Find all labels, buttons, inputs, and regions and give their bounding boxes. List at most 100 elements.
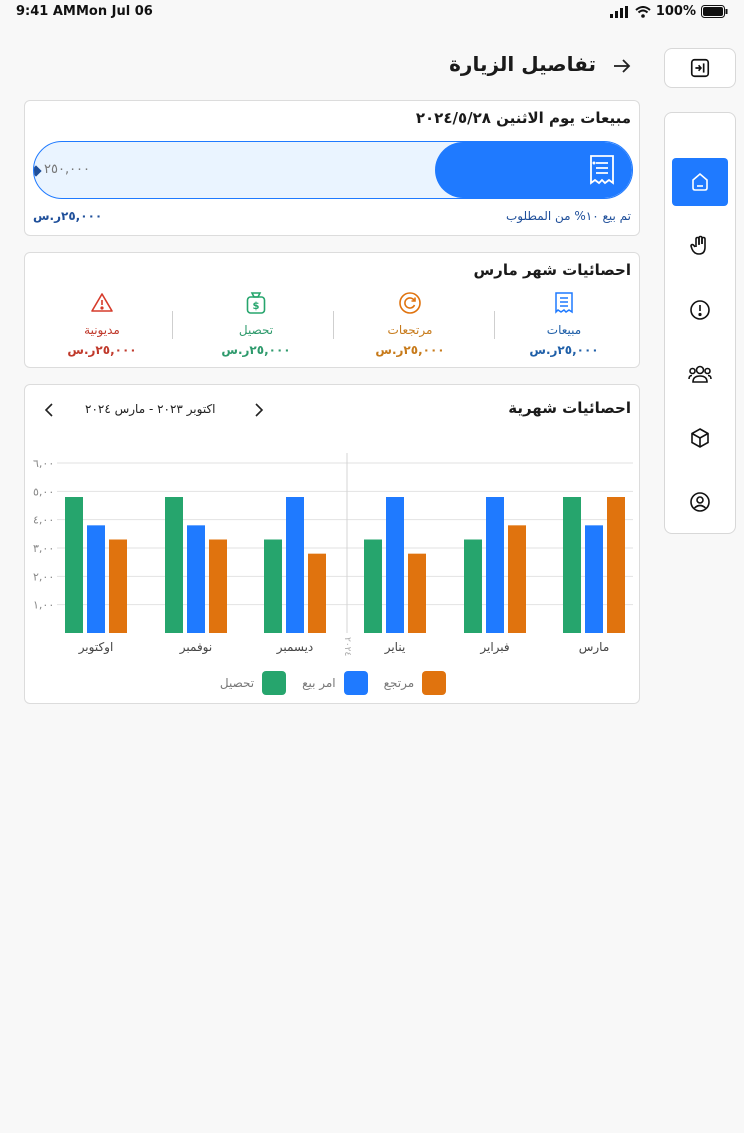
status-date: Mon Jul 06 (76, 4, 153, 19)
stat-sales: مبيعات ٢٥,٠٠٠ر.س (487, 291, 641, 357)
bar-0 (364, 539, 382, 633)
stat-returns-label: مرتجعات (387, 323, 433, 337)
bar-1 (286, 497, 304, 633)
hand-icon (690, 235, 706, 255)
chevron-left-icon[interactable] (41, 401, 59, 419)
monthly-stats-title: احصائيات شهرية (508, 399, 631, 417)
status-indicators: 100% (609, 4, 728, 19)
sales-progress-text: تم بيع ١٠% من المطلوب (505, 209, 631, 223)
daily-sales-card: مبيعات يوم الاثنين ٢٠٢٤/٥/٢٨ ٢٥٠,٠٠٠ تم … (24, 100, 640, 236)
bar-2 (508, 525, 526, 633)
bar-0 (65, 497, 83, 633)
legend-item-collection: تحصيل (219, 671, 287, 695)
sidebar-item-visits[interactable] (672, 222, 728, 270)
battery-icon (701, 5, 728, 18)
x-tick-label: يناير (384, 640, 406, 655)
legend-swatch (343, 671, 368, 695)
receipt-icon (590, 155, 614, 185)
alert-icon (690, 300, 710, 320)
bar-1 (386, 497, 404, 633)
bar-0 (264, 539, 282, 633)
chevron-right-icon[interactable] (249, 401, 267, 419)
bar-2 (607, 497, 625, 633)
stat-collection-value: ٢٥,٠٠٠ر.س (221, 343, 291, 357)
home-icon (692, 172, 708, 191)
sidebar-collapse-button[interactable] (664, 48, 736, 88)
stat-sales-label: مبيعات (546, 323, 582, 337)
legend-item-sales-order: امر بيع (302, 671, 368, 695)
legend-swatch (262, 671, 287, 695)
page-title: تفاصيل الزيارة (449, 52, 596, 76)
users-icon (688, 365, 712, 383)
sales-amount: ٢٥,٠٠٠ر.س (33, 209, 103, 223)
money-bag-icon: $ (246, 292, 266, 314)
stat-debt-label: مديونية (84, 323, 120, 337)
bar-1 (187, 525, 205, 633)
status-time: 9:41 AM (16, 4, 76, 19)
profile-icon (690, 492, 710, 512)
divider (333, 311, 334, 339)
box-icon (691, 428, 709, 448)
stat-sales-value: ٢٥,٠٠٠ر.س (529, 343, 599, 357)
back-arrow-icon[interactable] (610, 54, 634, 78)
sidebar-item-alerts[interactable] (672, 286, 728, 334)
bar-1 (585, 525, 603, 633)
bar-2 (109, 539, 127, 633)
sidebar (664, 112, 736, 534)
battery-percent: 100% (655, 4, 696, 19)
x-tick-label: فبراير (479, 640, 509, 655)
svg-text:$: $ (253, 301, 260, 312)
sidebar-item-home[interactable] (672, 158, 728, 206)
progress-marker (34, 165, 42, 177)
warning-icon (91, 293, 113, 312)
y-tick-label: ٣,٠٠ (33, 542, 54, 555)
year-marker-label: ٢٠٢٤ (342, 637, 352, 657)
bar-1 (486, 497, 504, 633)
bar-2 (209, 539, 227, 633)
monthly-stats-card: احصائيات شهرية اكتوبر ٢٠٢٣ - مارس ٢٠٢٤ ١… (24, 384, 640, 704)
y-tick-label: ٦,٠٠ (33, 457, 54, 470)
bar-0 (165, 497, 183, 633)
bar-0 (464, 539, 482, 633)
stat-debt-value: ٢٥,٠٠٠ر.س (67, 343, 137, 357)
stat-collection-label: تحصيل (238, 323, 274, 337)
monthly-bar-chart: ١,٠٠ ٢,٠٠ ٣,٠٠ ٤,٠٠ ٥,٠٠ ٦,٠٠ ٢٠٢٤ اوكتوبر نوفمب… (33, 453, 633, 657)
signal-icon (609, 5, 628, 18)
legend-label: تحصيل (219, 676, 255, 690)
wifi-icon (635, 5, 651, 18)
chart-legend: مرتجع امر بيع تحصيل (25, 671, 641, 695)
bar-1 (87, 525, 105, 633)
sales-target-value: ٢٥٠,٠٠٠ (44, 162, 91, 177)
stat-debt: مديونية ٢٥,٠٠٠ر.س (25, 291, 179, 357)
x-tick-label: نوفمبر (179, 640, 212, 655)
legend-label: مرتجع (383, 676, 415, 690)
y-tick-label: ١,٠٠ (33, 599, 54, 612)
daily-sales-title: مبيعات يوم الاثنين ٢٠٢٤/٥/٢٨ (415, 109, 631, 127)
stat-returns-value: ٢٥,٠٠٠ر.س (375, 343, 445, 357)
stat-collection: $ تحصيل ٢٥,٠٠٠ر.س (179, 291, 333, 357)
stat-returns: مرتجعات ٢٥,٠٠٠ر.س (333, 291, 487, 357)
legend-item-returns: مرتجع (384, 671, 447, 695)
refresh-icon (399, 292, 421, 314)
x-tick-label: اوكتوبر (78, 640, 114, 655)
legend-label: امر بيع (302, 676, 336, 690)
date-range-label: اكتوبر ٢٠٢٣ - مارس ٢٠٢٤ (85, 402, 216, 416)
y-tick-label: ٢,٠٠ (33, 570, 54, 583)
bar-2 (308, 553, 326, 633)
legend-swatch (422, 671, 447, 695)
sidebar-item-users[interactable] (672, 350, 728, 398)
march-stats-card: احصائيات شهر مارس مبيعات ٢٥,٠٠٠ر.س مرتجع… (24, 252, 640, 368)
collapse-icon (690, 58, 710, 78)
y-tick-label: ٤,٠٠ (33, 514, 54, 527)
sales-progress-bar: ٢٥٠,٠٠٠ (33, 141, 633, 199)
march-stats-title: احصائيات شهر مارس (473, 261, 631, 279)
x-tick-label: مارس (579, 640, 610, 655)
sidebar-item-products[interactable] (672, 414, 728, 462)
y-tick-label: ٥,٠٠ (33, 485, 54, 498)
bar-2 (408, 553, 426, 633)
bar-0 (563, 497, 581, 633)
divider (494, 311, 495, 339)
x-tick-label: ديسمبر (276, 640, 314, 655)
receipt-icon (555, 292, 573, 314)
sidebar-item-profile[interactable] (672, 478, 728, 526)
